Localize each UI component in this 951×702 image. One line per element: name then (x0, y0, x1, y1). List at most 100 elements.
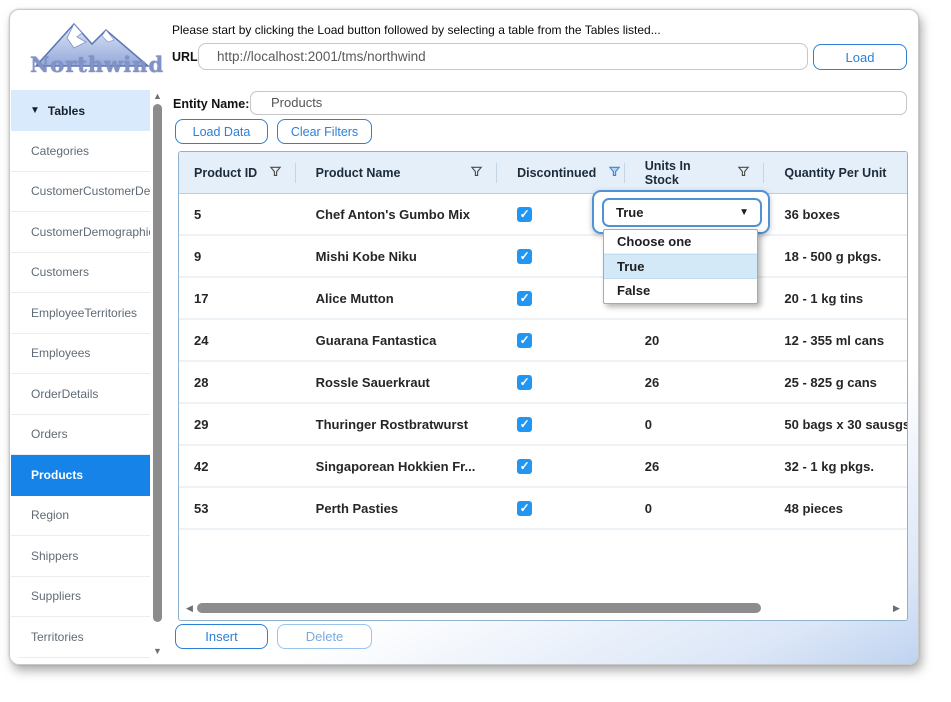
table-row[interactable]: 17Alice Mutton✓020 - 1 kg tins (179, 278, 907, 320)
horizontal-scroll-thumb[interactable] (197, 603, 761, 613)
sidebar-vertical-scrollbar[interactable]: ▲ ▼ (151, 90, 164, 658)
cell-product-name: Mishi Kobe Niku (296, 249, 497, 264)
delete-button[interactable]: Delete (277, 624, 372, 649)
discontinued-checkbox[interactable]: ✓ (517, 249, 532, 264)
sidebar-item-customerdemographics[interactable]: CustomerDemographics (11, 212, 150, 253)
cell-product-name: Rossle Sauerkraut (296, 375, 497, 390)
cell-quantity-per-unit: 48 pieces (764, 501, 907, 516)
column-header-discontinued[interactable]: Discontinued (497, 152, 625, 193)
discontinued-checkbox[interactable]: ✓ (517, 375, 532, 390)
sidebar-item-employeeterritories[interactable]: EmployeeTerritories (11, 293, 150, 334)
northwind-logo: Northwind (22, 14, 162, 86)
sidebar-item-territories[interactable]: Territories (11, 617, 150, 658)
column-header-product-name[interactable]: Product Name (296, 152, 497, 193)
grid-body: 5Chef Anton's Gumbo Mix✓36 boxes9Mishi K… (179, 194, 907, 530)
products-grid: Product ID Product Name Discontinued Units … (178, 151, 908, 621)
column-label: Quantity Per Unit (784, 166, 886, 180)
filter-options-list: Choose oneTrueFalse (603, 229, 758, 304)
cell-product-id: 42 (179, 459, 296, 474)
sidebar-item-orders[interactable]: Orders (11, 415, 150, 456)
filter-option-false[interactable]: False (604, 279, 757, 303)
table-row[interactable]: 42Singaporean Hokkien Fr... ✓ 2632 - 1 kg … (179, 446, 907, 488)
sidebar-item-shippers[interactable]: Shippers (11, 536, 150, 577)
load-button[interactable]: Load (813, 44, 907, 70)
column-header-product-id[interactable]: Product ID (179, 152, 296, 193)
discontinued-filter-popup: True ▼ (592, 190, 770, 234)
cell-product-name: Thuringer Rostbratwurst (296, 417, 497, 432)
cell-discontinued: ✓ (497, 458, 625, 474)
cell-discontinued: ✓ (497, 416, 625, 432)
cell-product-name: Chef Anton's Gumbo Mix (296, 207, 497, 222)
cell-product-name: Perth Pasties (296, 501, 497, 516)
cell-product-name: Alice Mutton (296, 291, 497, 306)
cell-discontinued: ✓ (497, 374, 625, 390)
column-label: Product Name (316, 166, 401, 180)
cell-units-in-stock: 0 (625, 501, 765, 516)
entity-name-value: Products (271, 95, 322, 110)
sidebar-item-products[interactable]: Products (11, 455, 150, 496)
entity-name-input[interactable]: Products (250, 91, 907, 115)
filter-funnel-icon[interactable] (470, 165, 483, 178)
column-header-quantity-per-unit[interactable]: Quantity Per Unit (764, 152, 907, 193)
tables-section-header[interactable]: ▼ Tables (11, 90, 150, 131)
scroll-down-icon[interactable]: ▼ (153, 647, 162, 656)
cell-quantity-per-unit: 25 - 825 g cans (764, 375, 907, 390)
table-row[interactable]: 24Guarana Fantastica ✓ 2012 - 355 ml cans (179, 320, 907, 362)
cell-units-in-stock: 26 (625, 459, 765, 474)
discontinued-checkbox[interactable]: ✓ (517, 501, 532, 516)
column-label: Product ID (194, 166, 257, 180)
table-row[interactable]: 9Mishi Kobe Niku✓18 - 500 g pkgs. (179, 236, 907, 278)
sidebar-item-orderdetails[interactable]: OrderDetails (11, 374, 150, 415)
collapse-chevron-icon: ▼ (30, 105, 40, 116)
table-row[interactable]: 5Chef Anton's Gumbo Mix✓36 boxes (179, 194, 907, 236)
scroll-left-icon[interactable]: ◀ (185, 604, 194, 613)
filter-funnel-icon[interactable] (608, 165, 621, 178)
column-label: Discontinued (517, 166, 596, 180)
cell-product-name: Guarana Fantastica (296, 333, 497, 348)
scroll-up-icon[interactable]: ▲ (153, 92, 162, 101)
cell-quantity-per-unit: 20 - 1 kg tins (764, 291, 907, 306)
cell-discontinued: ✓ (497, 500, 625, 516)
table-row[interactable]: 29Thuringer Rostbratwurst✓050 bags x 30 … (179, 404, 907, 446)
column-header-units-in-stock[interactable]: Units In Stock (625, 152, 765, 193)
filter-option-true[interactable]: True (604, 254, 757, 278)
discontinued-checkbox[interactable]: ✓ (517, 291, 532, 306)
filter-funnel-icon[interactable] (737, 165, 750, 178)
cell-product-id: 28 (179, 375, 296, 390)
filter-value-select[interactable]: True ▼ (602, 198, 762, 227)
cell-quantity-per-unit: 36 boxes (764, 207, 907, 222)
load-data-button[interactable]: Load Data (175, 119, 268, 144)
sidebar-item-region[interactable]: Region (11, 496, 150, 537)
cell-units-in-stock: 26 (625, 375, 765, 390)
cell-units-in-stock: 20 (625, 333, 765, 348)
cell-product-id: 24 (179, 333, 296, 348)
tables-sidebar: ▼ Tables CategoriesCustomerCustomerDemCu… (11, 90, 150, 658)
entity-name-label: Entity Name: (173, 97, 249, 111)
filter-option-choose-one[interactable]: Choose one (604, 230, 757, 254)
sidebar-item-customers[interactable]: Customers (11, 253, 150, 294)
insert-button[interactable]: Insert (175, 624, 268, 649)
column-label: Units In Stock (645, 159, 726, 187)
cell-quantity-per-unit: 18 - 500 g pkgs. (764, 249, 907, 264)
discontinued-checkbox[interactable]: ✓ (517, 333, 532, 348)
discontinued-checkbox[interactable]: ✓ (517, 207, 532, 222)
scroll-right-icon[interactable]: ▶ (892, 604, 901, 613)
filter-funnel-icon[interactable] (269, 165, 282, 178)
grid-horizontal-scrollbar[interactable]: ◀ ▶ (181, 602, 905, 616)
sidebar-item-categories[interactable]: Categories (11, 131, 150, 172)
vertical-scroll-thumb[interactable] (153, 104, 162, 622)
cell-product-name: Singaporean Hokkien Fr... (296, 459, 497, 474)
filter-selected-value: True (604, 205, 643, 220)
table-row[interactable]: 28Rossle Sauerkraut ✓ 2625 - 825 g cans (179, 362, 907, 404)
cell-quantity-per-unit: 32 - 1 kg pkgs. (764, 459, 907, 474)
sidebar-item-employees[interactable]: Employees (11, 334, 150, 375)
discontinued-checkbox[interactable]: ✓ (517, 417, 532, 432)
url-input[interactable]: http://localhost:2001/tms/northwind (198, 43, 808, 70)
tables-list: CategoriesCustomerCustomerDemCustomerDem… (11, 131, 150, 658)
table-row[interactable]: 53Perth Pasties✓048 pieces (179, 488, 907, 530)
clear-filters-button[interactable]: Clear Filters (277, 119, 372, 144)
sidebar-item-suppliers[interactable]: Suppliers (11, 577, 150, 618)
discontinued-checkbox[interactable]: ✓ (517, 459, 532, 474)
sidebar-item-customercustomerdem[interactable]: CustomerCustomerDem (11, 172, 150, 213)
cell-quantity-per-unit: 12 - 355 ml cans (764, 333, 907, 348)
